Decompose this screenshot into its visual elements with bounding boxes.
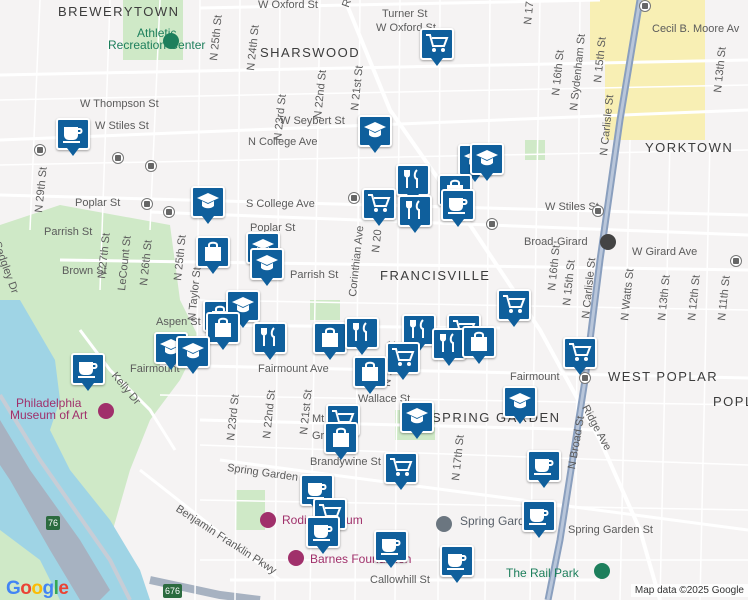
street-spring-garden-2: Spring Garden St <box>568 524 653 536</box>
street-fairmount-right: Fairmount <box>510 371 560 383</box>
map-marker-restaurant-icon[interactable] <box>253 322 287 362</box>
barnes-marker-icon[interactable] <box>288 550 304 566</box>
bus-stop-icon[interactable] <box>486 218 498 230</box>
label-poplar-partial: POPL <box>713 394 748 409</box>
place-rail-park[interactable]: The Rail Park <box>506 567 579 579</box>
place-athletic-rec[interactable]: Athletic Recreation Center <box>108 27 205 51</box>
map-marker-shopping-cart-icon[interactable] <box>563 337 597 377</box>
museum-marker-icon[interactable] <box>98 403 114 419</box>
place-philadelphia-museum[interactable]: Philadelphia Museum of Art <box>10 397 87 421</box>
label-sharswood: SHARSWOOD <box>260 45 361 60</box>
bus-stop-icon[interactable] <box>112 152 124 164</box>
map-marker-shopping-cart-icon[interactable] <box>497 289 531 329</box>
rodin-marker-icon[interactable] <box>260 512 276 528</box>
bus-stop-icon[interactable] <box>639 0 651 12</box>
bus-stop-icon[interactable] <box>141 198 153 210</box>
map-attribution[interactable]: Map data ©2025 Google <box>630 584 748 597</box>
bus-stop-icon[interactable] <box>592 205 604 217</box>
street-parrish-2: Parrish St <box>290 269 339 281</box>
street-cecil-b-moore: Cecil B. Moore Av <box>652 23 740 35</box>
map-marker-restaurant-icon[interactable] <box>432 328 466 368</box>
street-poplar: Poplar St <box>75 197 121 209</box>
street-w-oxford: W Oxford St <box>258 0 318 11</box>
park-marker-icon[interactable] <box>163 33 179 49</box>
street-parrish: Parrish St <box>44 226 93 238</box>
broad-girard-subway-icon[interactable] <box>600 234 616 250</box>
bus-stop-icon[interactable] <box>145 160 157 172</box>
map-marker-graduation-cap-icon[interactable] <box>470 143 504 183</box>
bus-stop-icon[interactable] <box>34 144 46 156</box>
map-marker-shopping-cart-icon[interactable] <box>384 452 418 492</box>
label-francisville: FRANCISVILLE <box>380 268 491 283</box>
map-marker-shopping-bag-icon[interactable] <box>462 326 496 366</box>
street-w-stiles: W Stiles St <box>95 120 149 132</box>
map-marker-restaurant-icon[interactable] <box>345 317 379 357</box>
map-marker-coffee-cup-icon[interactable] <box>527 450 561 490</box>
street-n-17: N 17 <box>522 0 537 26</box>
map-base-layer <box>0 0 748 600</box>
map-marker-graduation-cap-icon[interactable] <box>191 186 225 226</box>
map-marker-shopping-cart-icon[interactable] <box>420 28 454 68</box>
map-marker-shopping-bag-icon[interactable] <box>206 312 240 352</box>
map-marker-graduation-cap-icon[interactable] <box>358 115 392 155</box>
map-marker-coffee-cup-icon[interactable] <box>374 530 408 570</box>
bus-stop-icon[interactable] <box>348 192 360 204</box>
map-marker-restaurant-icon[interactable] <box>398 195 432 235</box>
street-fairmount-ave: Fairmount Ave <box>258 363 329 375</box>
bus-stop-icon[interactable] <box>730 255 742 267</box>
google-logo: Google <box>6 578 69 599</box>
street-s-college: S College Ave <box>246 198 315 210</box>
street-w-girard: W Girard Ave <box>632 246 698 258</box>
bus-stop-icon[interactable] <box>163 206 175 218</box>
map-marker-shopping-bag-icon[interactable] <box>353 356 387 396</box>
street-w-stiles-2: W Stiles St <box>545 201 599 213</box>
rail-park-marker-icon[interactable] <box>594 563 610 579</box>
map-marker-shopping-cart-icon[interactable] <box>362 188 396 228</box>
map-marker-coffee-cup-icon[interactable] <box>440 545 474 585</box>
map-marker-coffee-cup-icon[interactable] <box>71 353 105 393</box>
street-mt-vernon: Mt <box>312 413 325 425</box>
street-callowhill: Callowhill St <box>370 574 430 586</box>
map-marker-coffee-cup-icon[interactable] <box>441 189 475 229</box>
map-marker-coffee-cup-icon[interactable] <box>56 118 90 158</box>
label-yorktown: YORKTOWN <box>645 140 734 155</box>
map-canvas[interactable]: BREWERYTOWN SHARSWOOD YORKTOWN FRANCISVI… <box>0 0 748 600</box>
interstate-676-shield: 676 <box>163 584 183 598</box>
street-turner: Turner St <box>382 8 428 20</box>
label-brewerytown: BREWERYTOWN <box>58 4 180 19</box>
map-marker-shopping-cart-icon[interactable] <box>386 342 420 382</box>
map-marker-shopping-bag-icon[interactable] <box>313 322 347 362</box>
label-spring-garden: SPRING GARDEN <box>432 410 561 425</box>
station-marker-icon[interactable] <box>436 516 452 532</box>
map-marker-shopping-bag-icon[interactable] <box>324 422 358 462</box>
map-marker-coffee-cup-icon[interactable] <box>306 516 340 556</box>
street-n-20: N 20 <box>370 228 385 254</box>
street-w-thompson: W Thompson St <box>80 98 159 110</box>
map-marker-graduation-cap-icon[interactable] <box>400 401 434 441</box>
map-marker-coffee-cup-icon[interactable] <box>522 500 556 540</box>
map-marker-shopping-bag-icon[interactable] <box>196 236 230 276</box>
street-green: Gr <box>312 430 325 442</box>
interstate-76-shield: 76 <box>46 516 61 530</box>
map-marker-graduation-cap-icon[interactable] <box>250 248 284 288</box>
map-marker-graduation-cap-icon[interactable] <box>503 386 537 426</box>
map-marker-graduation-cap-icon[interactable] <box>176 336 210 376</box>
label-west-poplar: WEST POPLAR <box>608 369 719 384</box>
